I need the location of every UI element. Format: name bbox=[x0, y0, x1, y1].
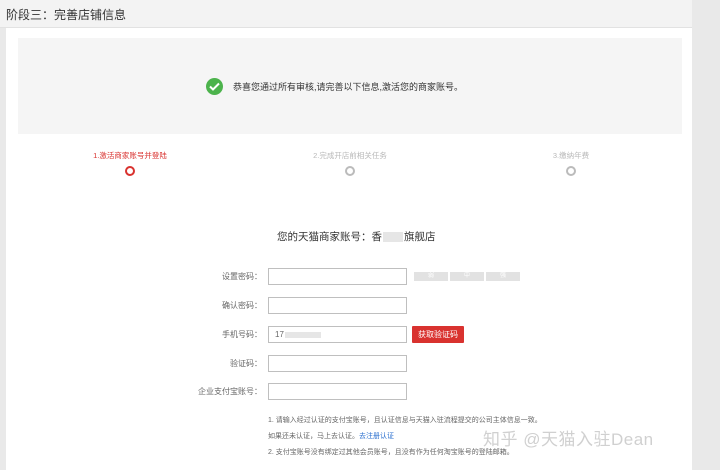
confirm-password-field[interactable] bbox=[268, 297, 407, 314]
strength-weak: 弱 bbox=[414, 272, 448, 281]
strength-medium: 中 bbox=[450, 272, 484, 281]
step-2-indicator bbox=[345, 166, 355, 176]
main-panel: 恭喜您通过所有审核,请完善以下信息,激活您的商家账号。 1.激活商家账号并登陆 … bbox=[6, 28, 692, 470]
phone-redaction bbox=[285, 332, 321, 338]
account-name-start: 香 bbox=[371, 231, 383, 243]
account-name-end: 旗舰店 bbox=[404, 231, 436, 243]
merchant-account: 您的天猫商家账号：香 旗舰店 bbox=[277, 229, 436, 244]
step-1: 1.激活商家账号并登陆 bbox=[70, 150, 190, 176]
account-redaction bbox=[383, 232, 403, 243]
get-code-button[interactable]: 获取验证码 bbox=[412, 326, 464, 343]
password-strength: 弱 中 强 bbox=[414, 272, 522, 281]
phone-value: 17 bbox=[275, 330, 284, 339]
watermark: 知乎 @天猫入驻Dean bbox=[483, 430, 654, 449]
step-2-label: 2.完成开店前相关任务 bbox=[313, 151, 387, 160]
code-label: 验证码： bbox=[230, 359, 262, 368]
success-message: 恭喜您通过所有审核,请完善以下信息,激活您的商家账号。 bbox=[233, 82, 464, 92]
note-line-2: 如果还未认证，马上去认证。去注册认证 bbox=[268, 431, 394, 441]
verification-code-field[interactable] bbox=[268, 355, 407, 372]
phone-field[interactable]: 17 bbox=[268, 326, 407, 343]
register-auth-link[interactable]: 去注册认证 bbox=[359, 433, 394, 440]
strength-strong: 强 bbox=[486, 272, 520, 281]
step-1-label: 1.激活商家账号并登陆 bbox=[93, 151, 167, 160]
stage-header: 阶段三：完善店铺信息 bbox=[0, 0, 692, 28]
success-notice: 恭喜您通过所有审核,请完善以下信息,激活您的商家账号。 bbox=[18, 38, 682, 134]
note-line-3: 2. 支付宝账号没有绑定过其他会员账号，且没有作为任何淘宝账号的登陆邮箱。 bbox=[268, 449, 514, 456]
step-3-label: 3.缴纳年费 bbox=[552, 151, 590, 160]
alipay-label: 企业支付宝账号： bbox=[198, 387, 262, 396]
password-field[interactable] bbox=[268, 268, 407, 285]
note-line-1: 1. 请输入经过认证的支付宝账号，且认证信息与天猫入驻流程提交的公司主体信息一致… bbox=[268, 417, 542, 424]
phone-label: 手机号码： bbox=[222, 330, 262, 339]
alipay-account-field[interactable] bbox=[268, 383, 407, 400]
step-2: 2.完成开店前相关任务 bbox=[290, 150, 410, 176]
step-3-indicator bbox=[566, 166, 576, 176]
account-prefix: 您的天猫商家账号： bbox=[277, 231, 372, 243]
confirm-password-label: 确认密码： bbox=[222, 301, 262, 310]
password-label: 设置密码： bbox=[222, 272, 262, 281]
step-1-indicator bbox=[125, 166, 135, 176]
note-line-2-text: 如果还未认证，马上去认证。 bbox=[268, 433, 359, 440]
check-circle-icon bbox=[206, 78, 223, 95]
stage-title: 阶段三：完善店铺信息 bbox=[6, 8, 127, 22]
step-3: 3.缴纳年费 bbox=[511, 150, 631, 176]
